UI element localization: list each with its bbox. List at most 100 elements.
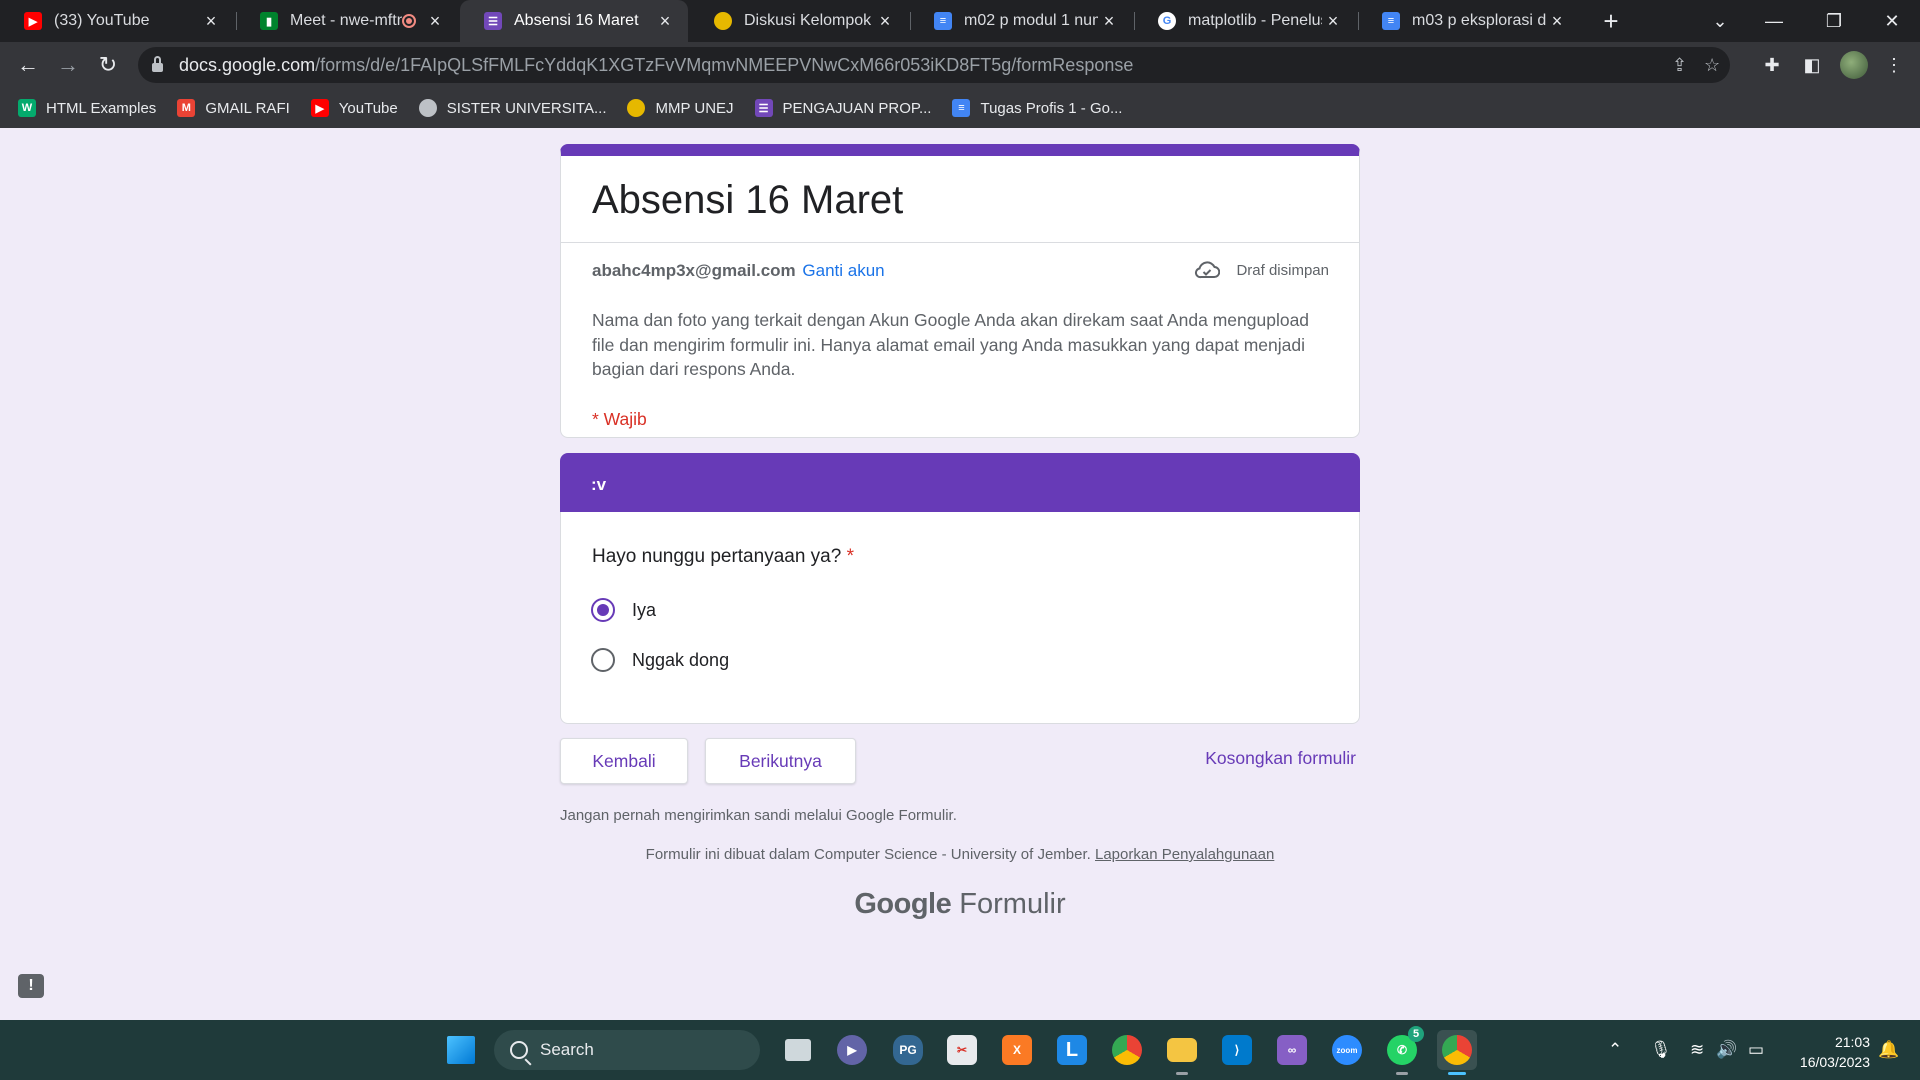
report-abuse-link[interactable]: Laporkan Penyalahgunaan [1095,846,1274,863]
address-bar[interactable]: docs.google.com/forms/d/e/1FAIpQLSfFMLFc… [138,47,1730,83]
taskbar-file-explorer[interactable] [1162,1030,1202,1075]
browser-toolbar: ← → ↻ docs.google.com/forms/d/e/1FAIpQLS… [0,42,1920,88]
teams-chat-icon: ▶ [837,1035,867,1065]
password-warning: Jangan pernah mengirimkan sandi melalui … [560,807,957,824]
required-note: * Wajib [592,409,647,429]
feedback-icon[interactable]: ! [18,974,44,998]
google-docs-icon: ≡ [1382,12,1400,30]
tab-diskusi[interactable]: Diskusi Kelompok Bab × [690,0,908,42]
taskbar-app-l[interactable]: L [1052,1030,1092,1070]
tab-absensi[interactable]: ☰ Absensi 16 Maret × [460,0,688,42]
google-forms-logo[interactable]: Google Formulir [0,888,1920,921]
google-forms-icon: ☰ [754,99,773,117]
xampp-icon: X [1002,1035,1032,1065]
brand-product: Formulir [959,888,1066,920]
taskbar-chrome[interactable] [1107,1030,1147,1070]
running-indicator [1396,1072,1408,1075]
radio-button-checked[interactable] [591,598,615,622]
question-text: Hayo nunggu pertanyaan ya? [592,546,842,567]
back-form-button[interactable]: Kembali [560,738,688,784]
bookmark-youtube[interactable]: ▶ YouTube [310,99,398,117]
tab-meet[interactable]: ▮ Meet - nwe-mftn- × [236,0,458,42]
close-icon[interactable]: × [1546,11,1568,32]
new-tab-button[interactable]: + [1596,6,1626,36]
windows-taskbar: Search ▶ PG ✂ X L ⟩ ∞ zoom ✆ 5 ⌃ 🎙 ≋ 🔊 ▭… [0,1020,1920,1080]
back-button[interactable]: ← [12,49,44,81]
start-button[interactable] [441,1030,481,1070]
bookmarks-bar: W HTML Examples M GMAIL RAFI ▶ YouTube S… [0,88,1920,128]
taskbar-zoom[interactable]: zoom [1327,1030,1367,1070]
close-icon[interactable]: × [654,11,676,32]
bookmark-mmp-unej[interactable]: MMP UNEJ [627,99,734,117]
bookmark-tugas-profis[interactable]: ≡ Tugas Profis 1 - Go... [952,99,1122,117]
google-docs-icon: ≡ [934,12,952,30]
postgresql-icon: PG [893,1035,923,1065]
tab-youtube[interactable]: ▶ (33) YouTube × [0,0,234,42]
tab-m03[interactable]: ≡ m03 p eksplorasi data × [1358,0,1580,42]
switch-account-link[interactable]: Ganti akun [802,261,884,280]
bookmark-html-examples[interactable]: W HTML Examples [18,99,156,117]
unej-icon [627,99,646,117]
taskbar-vscode[interactable]: ⟩ [1217,1030,1257,1070]
tab-m02[interactable]: ≡ m02 p modul 1 nump × [910,0,1132,42]
clear-form-button[interactable]: Kosongkan formulir [1170,748,1356,769]
radio-button[interactable] [591,648,615,672]
forward-button[interactable]: → [52,49,84,81]
notification-bell-icon[interactable]: 🔔 [1878,1040,1899,1060]
tab-search-chevron-icon[interactable]: ⌄ [1692,0,1748,42]
bookmark-star-icon[interactable]: ☆ [1704,55,1720,76]
side-panel-icon[interactable]: ◧ [1798,51,1826,79]
system-clock[interactable]: 21:03 16/03/2023 [1782,1032,1870,1072]
taskbar-chrome-active[interactable] [1437,1030,1477,1075]
unej-icon [714,12,732,30]
taskbar-xampp[interactable]: X [997,1030,1037,1070]
folder-icon [1167,1038,1197,1062]
taskbar-visual-studio[interactable]: ∞ [1272,1030,1312,1070]
notification-badge: 5 [1408,1026,1424,1042]
bookmark-gmail[interactable]: M GMAIL RAFI [177,99,290,117]
recording-icon [402,14,416,28]
menu-kebab-icon[interactable]: ⋮ [1880,51,1908,79]
url-text[interactable]: docs.google.com/forms/d/e/1FAIpQLSfFMLFc… [179,55,1133,76]
tab-matplotlib[interactable]: G matplotlib - Penelusur × [1134,0,1356,42]
taskbar-search[interactable]: Search [494,1030,760,1070]
task-view-icon [785,1039,811,1061]
chevron-up-icon[interactable]: ⌃ [1608,1040,1622,1060]
account-email: abahc4mp3x@gmail.com [592,261,796,280]
close-icon[interactable]: × [424,11,446,32]
bookmark-sister[interactable]: SISTER UNIVERSITA... [418,99,606,117]
tab-title: m03 p eksplorasi data [1412,12,1546,29]
privacy-notice: Nama dan foto yang terkait dengan Akun G… [592,310,1310,379]
tab-title: m02 p modul 1 nump [964,12,1098,29]
bookmark-pengajuan[interactable]: ☰ PENGAJUAN PROP... [754,99,931,117]
lock-icon[interactable] [152,56,163,72]
taskbar-postgresql[interactable]: PG [888,1030,928,1070]
taskbar-teams[interactable]: ▶ [832,1030,872,1070]
battery-icon[interactable]: ▭ [1748,1040,1764,1060]
window-close-button[interactable]: ✕ [1864,0,1920,42]
close-icon[interactable]: × [874,11,896,32]
google-docs-icon: ≡ [952,99,971,117]
volume-icon[interactable]: 🔊 [1716,1040,1737,1060]
minimize-button[interactable]: — [1746,0,1802,42]
next-button[interactable]: Berikutnya [705,738,856,784]
option-nggak-dong[interactable]: Nggak dong [591,648,729,672]
extensions-puzzle-icon[interactable]: ✚ [1758,51,1786,79]
url-host: docs.google.com [179,54,316,75]
profile-avatar[interactable] [1840,51,1868,79]
share-icon[interactable]: ⇪ [1672,55,1687,76]
close-icon[interactable]: × [200,11,222,32]
running-indicator [1448,1072,1466,1075]
restore-button[interactable]: ❐ [1806,0,1862,42]
taskbar-whatsapp[interactable]: ✆ 5 [1382,1026,1424,1075]
chrome-icon [1112,1035,1142,1065]
reload-button[interactable]: ↻ [92,49,124,81]
microphone-icon[interactable]: 🎙 [1650,1040,1672,1060]
close-icon[interactable]: × [1322,11,1344,32]
taskbar-task-view[interactable] [778,1030,818,1070]
globe-icon [418,99,437,117]
close-icon[interactable]: × [1098,11,1120,32]
option-iya[interactable]: Iya [591,598,656,622]
wifi-icon[interactable]: ≋ [1690,1040,1704,1060]
taskbar-snipping-tool[interactable]: ✂ [942,1030,982,1070]
